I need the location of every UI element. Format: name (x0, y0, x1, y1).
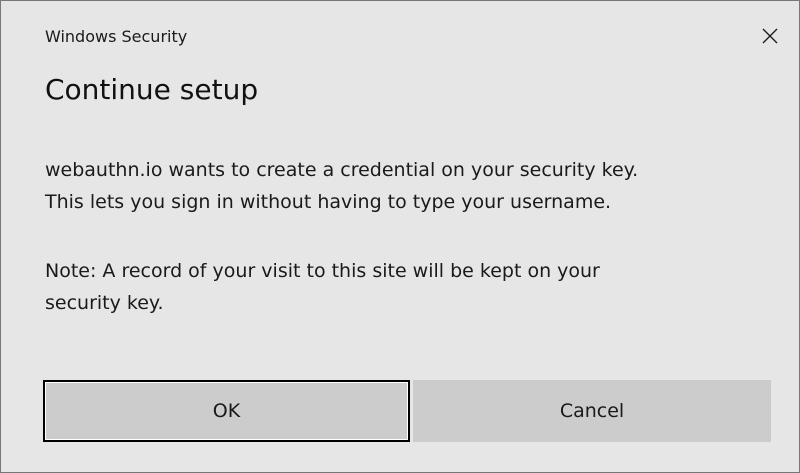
note-line: Note: A record of your visit to this sit… (45, 260, 600, 282)
close-icon (762, 28, 778, 44)
ok-button-label: OK (212, 400, 241, 422)
window-title: Windows Security (45, 27, 188, 46)
note-line: security key. (45, 292, 164, 314)
ok-button[interactable]: OK (43, 380, 410, 442)
description-line: This lets you sign in without having to … (45, 191, 612, 213)
close-button[interactable] (749, 15, 791, 57)
cancel-button-label: Cancel (559, 400, 625, 422)
note-paragraph: Note: A record of your visit to this sit… (45, 255, 785, 319)
security-dialog: Windows Security Continue setup webauthn… (0, 0, 800, 473)
description-line: webauthn.io wants to create a credential… (45, 159, 639, 181)
description-paragraph: webauthn.io wants to create a credential… (45, 154, 785, 218)
dialog-heading: Continue setup (45, 73, 259, 106)
cancel-button[interactable]: Cancel (413, 380, 771, 442)
